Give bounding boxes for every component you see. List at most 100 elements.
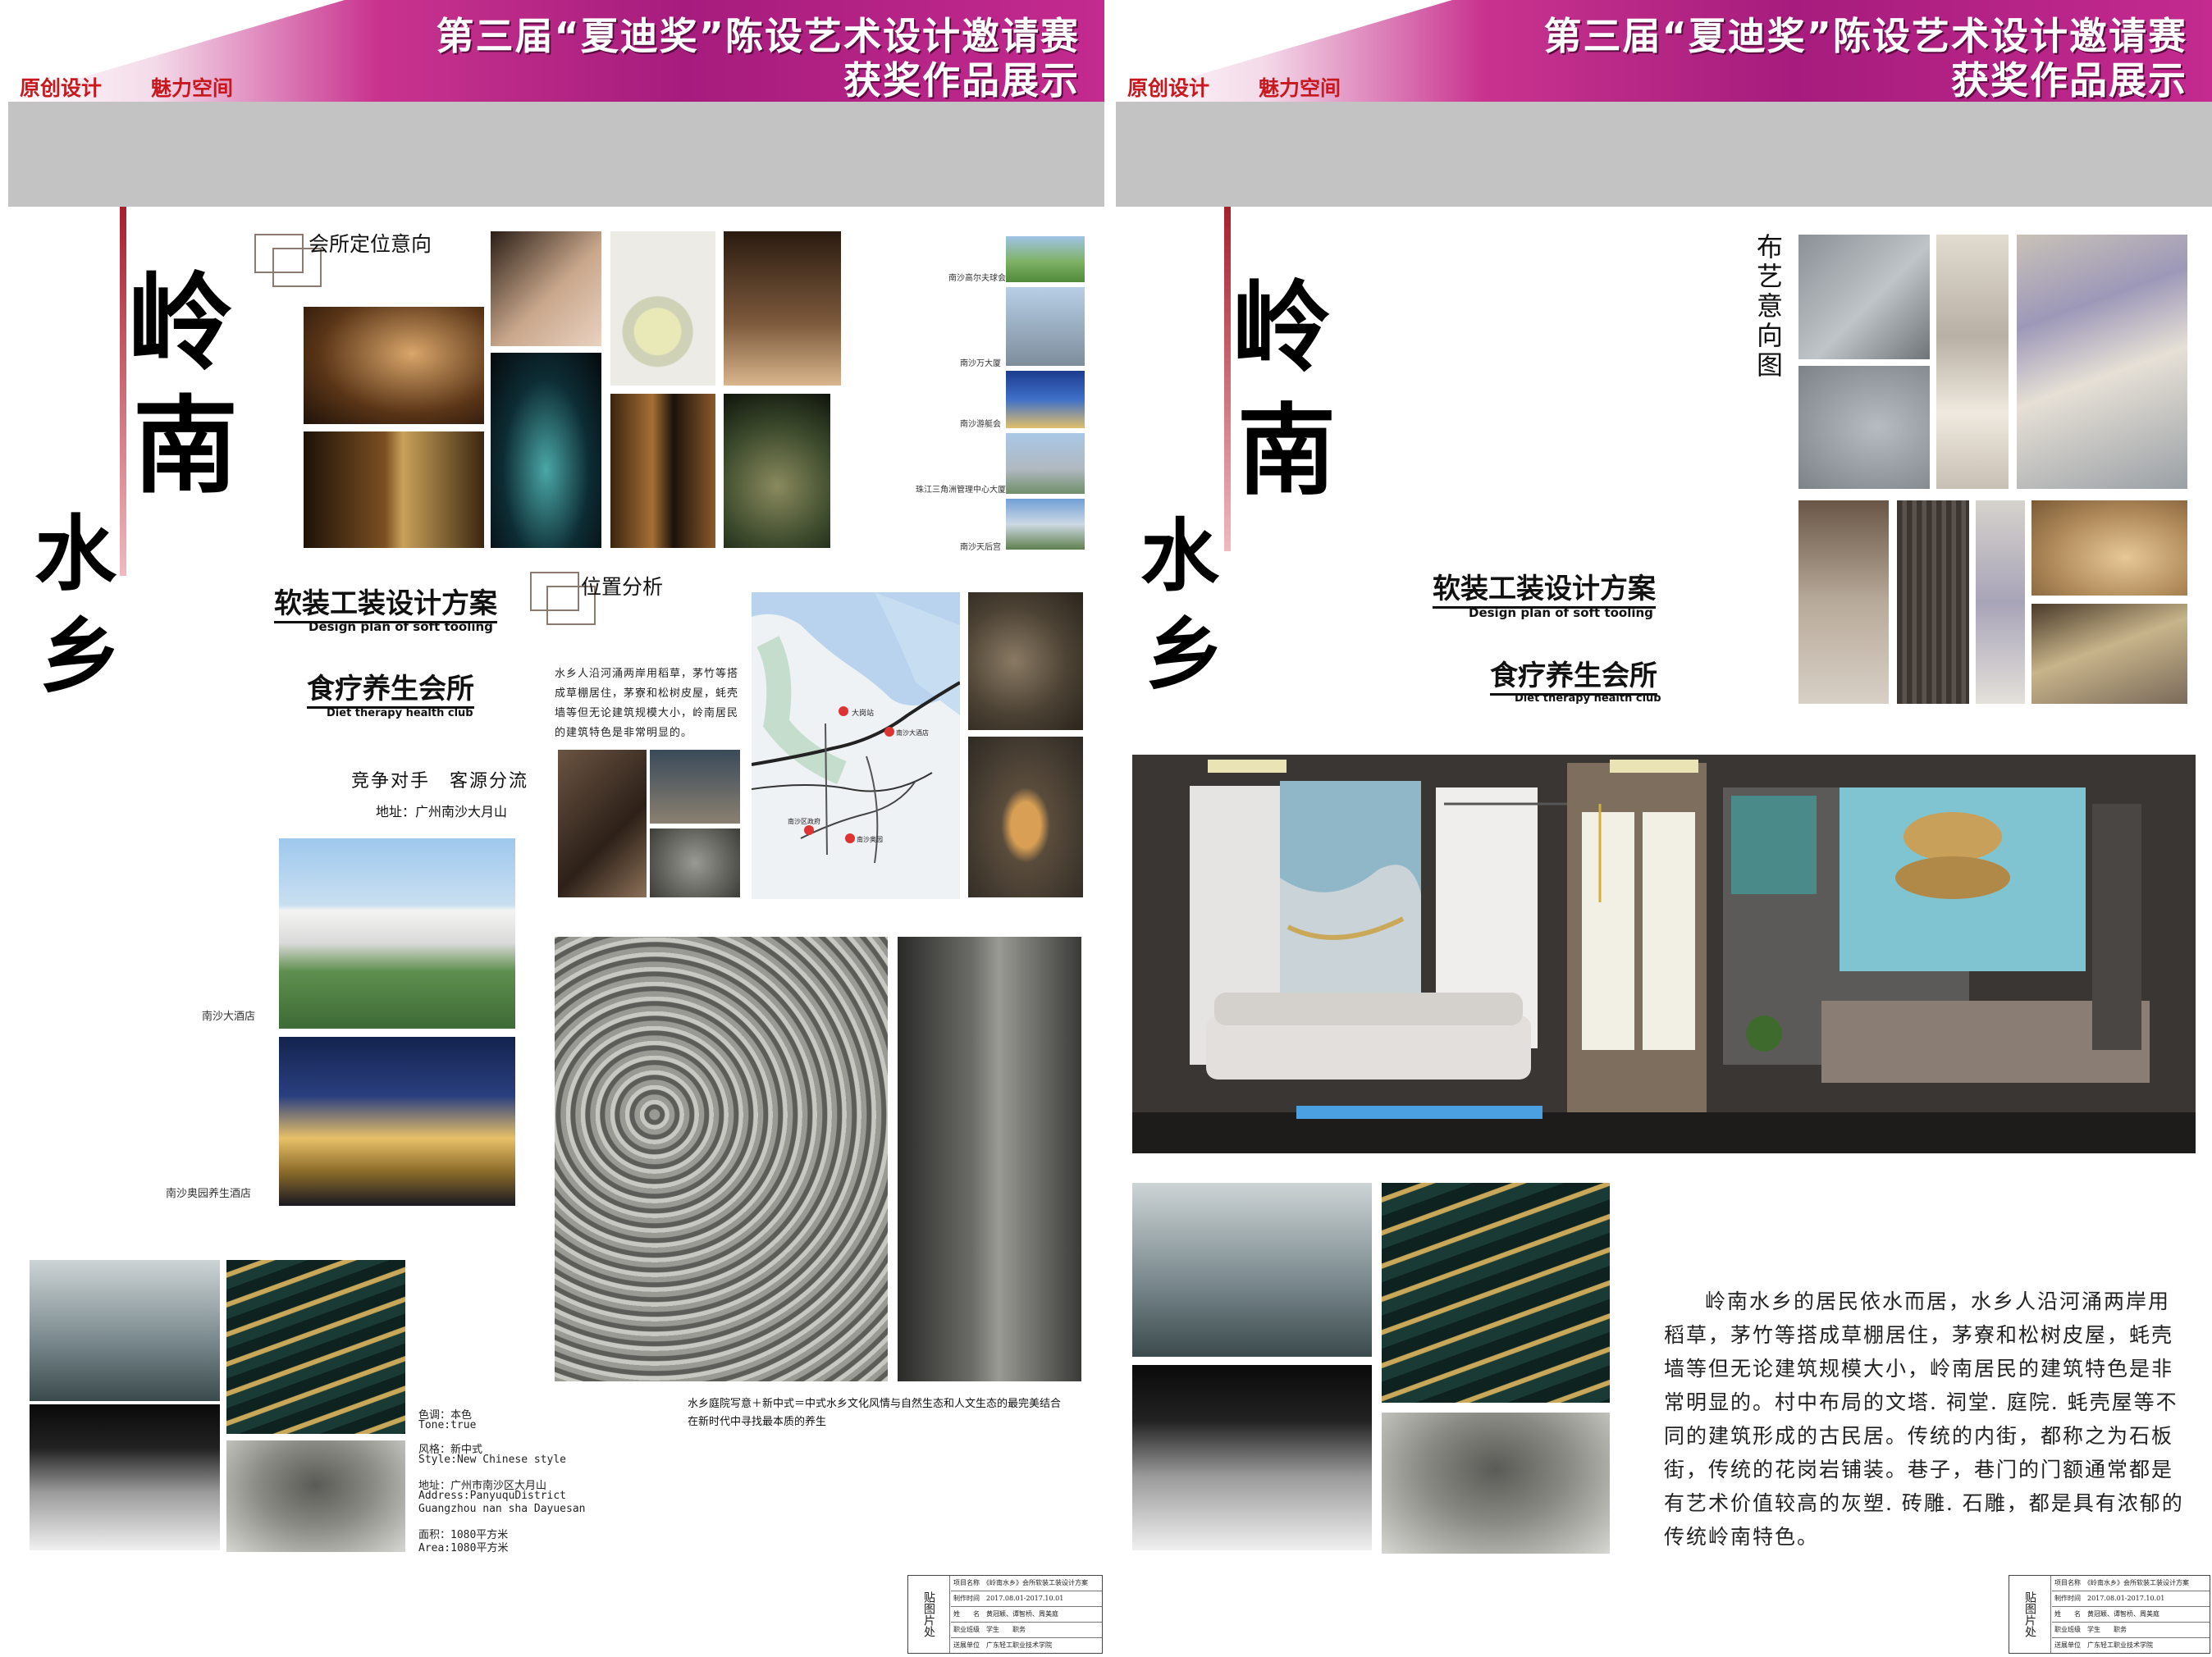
board-right: 第三届“夏迪奖”陈设艺术设计邀请赛 获奖作品展示 原创设计 魅力空间 岭 南 水…: [1108, 0, 2212, 1657]
address-label: 地址：广州南沙大月山: [376, 804, 508, 819]
photo-ink-village: [1132, 1365, 1372, 1550]
photo-alley: [650, 750, 740, 824]
description-paragraph: 岭南水乡的居民依水而居，水乡人沿河涌两岸用稻草，茅竹等搭成草棚居住，茅寮和松树皮…: [1664, 1290, 2184, 1549]
thumb-yacht: [1006, 371, 1085, 428]
stamp-row: 职业班级 学生 职务: [2052, 1623, 2210, 1638]
photo-doorway: [968, 737, 1083, 897]
spec-area-en: Area:1080平方米: [418, 1542, 509, 1554]
photo-health-hotel: [279, 1037, 515, 1206]
title-char-ling: 岭: [128, 262, 234, 385]
elevation-drawing: [1132, 755, 2196, 1153]
photo-stone-bowl: [724, 394, 830, 548]
banner-tag-charm: 魅力空间: [151, 76, 234, 100]
title-char-nan: 南: [133, 385, 239, 508]
plan-title-en: Design plan of soft tooling: [1469, 605, 1653, 620]
stamp-row: 项目名称 《岭南水乡》会所软装工装设计方案: [2052, 1576, 2210, 1591]
location-text: 水乡人沿河涌两岸用稻草，茅竹等搭成草棚居住，茅寮和松树皮屋，蚝壳墙等但无论建筑规…: [555, 668, 739, 739]
photo-fisherman: [1132, 1183, 1372, 1357]
title-char-shui: 水: [34, 505, 117, 602]
title-char-xiang: 乡: [1145, 608, 1224, 701]
swatch-curtain: [1897, 500, 1969, 704]
photo-spa-room: [304, 307, 484, 424]
thumb-caption: 珠江三角洲管理中心大厦: [916, 486, 1006, 495]
thumb-temple: [1006, 499, 1085, 550]
map-label: 南沙大酒店: [896, 728, 929, 737]
gray-band: [1116, 102, 2212, 207]
thumb-caption: 南沙高尔夫球会: [948, 274, 1006, 283]
title-char-ling: 岭: [1232, 270, 1331, 386]
swatch-gray-weave: [1798, 235, 1930, 359]
stamp-row: 职业班级 学生 职务: [951, 1623, 1102, 1638]
plan-title-en: Design plan of soft tooling: [308, 619, 493, 634]
banner-title-line2: 获奖作品展示: [1951, 58, 2187, 102]
board-left: 第三届“夏迪奖”陈设艺术设计邀请赛 获奖作品展示 原创设计 魅力空间 岭 南 水…: [0, 0, 1104, 1657]
stamp-row: 姓 名 黄冠颖、谭智桥、周美庭: [951, 1607, 1102, 1623]
title-char-xiang: 乡: [39, 608, 121, 705]
map-graphic: 大岗站 南沙大酒店 南沙奥园 南沙区政府: [752, 592, 960, 864]
swatch-bed-runner: [2017, 235, 2187, 489]
photo-massage: [491, 231, 601, 346]
spec-tone-en: Tone:true: [418, 1419, 477, 1431]
stamp-seal: 贴图片处: [908, 1576, 950, 1653]
section-title-location: 位置分析: [581, 575, 664, 599]
swatch-linen: [2031, 604, 2187, 704]
info-stamp: 贴图片处 项目名称 《岭南水乡》会所软装工装设计方案 制作时间 2017.08.…: [2009, 1575, 2210, 1654]
gray-band: [8, 102, 1104, 207]
club-title-en: Diet therapy health club: [1515, 692, 1661, 705]
stamp-row: 项目名称 《岭南水乡》会所软装工装设计方案: [951, 1576, 1102, 1591]
photo-roof-tiles: [650, 828, 740, 897]
plan-title-cn: 软装工装设计方案: [274, 581, 497, 623]
photo-water-ripples: [226, 1260, 405, 1434]
photo-gable: [1382, 1413, 1610, 1554]
thumb-caption: 南沙游艇会: [960, 420, 1001, 429]
club-title-cn: 食疗养生会所: [1490, 653, 1657, 696]
photo-incense: [491, 353, 601, 548]
photo-relief-carving: [968, 592, 1083, 730]
stamp-row: 姓 名 黄冠颖、谭智桥、周美庭: [2052, 1607, 2210, 1623]
thumb-center: [1006, 433, 1085, 494]
banner-tag-charm: 魅力空间: [1259, 76, 1341, 100]
club-title-en: Diet therapy health club: [327, 707, 473, 719]
banner: 第三届“夏迪奖”陈设艺术设计邀请赛 获奖作品展示 原创设计 魅力空间: [1108, 0, 2212, 102]
photo-oyster-wall: [555, 937, 888, 1381]
photo-lantern-path: [724, 231, 841, 386]
photo-bracket: [558, 750, 647, 897]
photo-nansha-hotel: [279, 838, 515, 1029]
accent-line: [120, 207, 126, 576]
stamp-seal: 贴图片处: [2009, 1576, 2051, 1653]
swatch-cushion: [1798, 366, 1930, 489]
swatch-floral: [1976, 500, 2025, 704]
concept-line-1: 水乡庭院写意＋新中式＝中式水乡文化风情与自然生态和人文生态的最完美结合: [688, 1398, 1062, 1410]
thumb-tower: [1006, 287, 1085, 366]
photo-fisherman: [30, 1260, 220, 1401]
thumb-caption: 南沙万大厦: [960, 359, 1001, 368]
title-char-nan: 南: [1237, 393, 1336, 509]
hotel-caption: 南沙大酒店: [202, 1011, 256, 1023]
section-title-positioning: 会所定位意向: [308, 232, 432, 256]
swatch-table-runner: [1936, 235, 2009, 489]
banner-tag-original: 原创设计: [20, 76, 103, 100]
stamp-row: 送展单位 广东轻工职业技术学院: [953, 1641, 1052, 1649]
photo-ink-village: [30, 1404, 220, 1550]
spec-style-en: Style:New Chinese style: [418, 1454, 567, 1466]
stamp-row: 送展单位 广东轻工职业技术学院: [2054, 1641, 2153, 1649]
club-title-cn: 食疗养生会所: [307, 666, 474, 709]
photo-tea: [610, 231, 715, 386]
photo-corridor: [304, 431, 484, 548]
elevation-graphic: [1132, 755, 2196, 1153]
map-label: 大岗站: [852, 708, 874, 718]
location-map: 大岗站 南沙大酒店 南沙奥园 南沙区政府: [752, 592, 960, 899]
spec-address-en2: Guangzhou nan sha Dayuesan: [418, 1503, 586, 1515]
spec-address-en1: Address:PanyuquDistrict: [418, 1490, 567, 1502]
photo-tea-room: [610, 394, 715, 548]
info-stamp: 贴图片处 项目名称 《岭南水乡》会所软装工装设计方案 制作时间 2017.08.…: [907, 1575, 1103, 1654]
banner: 第三届“夏迪奖”陈设艺术设计邀请赛 获奖作品展示 原创设计 魅力空间: [0, 0, 1104, 102]
concept-line-2: 在新时代中寻找最本质的养生: [688, 1416, 827, 1428]
photo-carved-column: [898, 937, 1081, 1381]
map-label: 南沙奥园: [857, 835, 883, 843]
photo-water-ripples: [1382, 1183, 1610, 1403]
plan-title-cn: 软装工装设计方案: [1433, 566, 1656, 609]
competitor-label: 竞争对手 客源分流: [351, 771, 529, 792]
thumb-golf: [1006, 236, 1085, 282]
banner-tag-original: 原创设计: [1127, 76, 1210, 100]
